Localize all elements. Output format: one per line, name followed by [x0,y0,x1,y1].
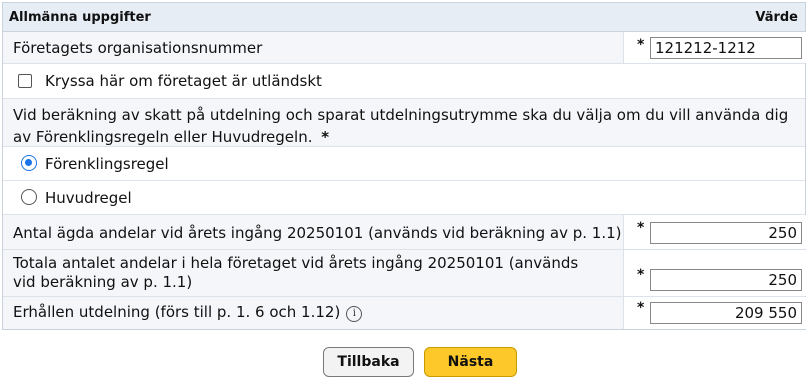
shares-owned-value-cell: * [623,215,806,249]
general-info-form: Allmänna uppgifter Värde Företagets orga… [2,2,806,330]
rule-option-row: Förenklingsregel [3,147,805,181]
required-marker: * [637,267,645,283]
dividend-value-cell: * [623,297,806,329]
info-icon[interactable]: i [346,306,363,322]
next-button[interactable]: Nästa [424,347,517,377]
required-marker: * [637,220,645,236]
shares-owned-label: Antal ägda andelar vid årets ingång 2025… [13,224,622,242]
dividend-row: Erhållen utdelning (förs till p. 1. 6 oc… [3,297,806,329]
orgnr-label: Företagets organisationsnummer [13,39,263,57]
main-rule-radio[interactable] [21,189,37,205]
back-button[interactable]: Tillbaka [323,347,414,377]
dividend-label: Erhållen utdelning (förs till p. 1. 6 oc… [13,303,341,321]
section-title: Allmänna uppgifter [9,9,151,25]
shares-total-row: Totala antalet andelar i hela företaget … [3,250,806,297]
foreign-company-checkbox[interactable] [18,74,32,88]
foreign-company-row: Kryssa här om företaget är utländskt [3,64,805,99]
required-marker: * [321,128,330,146]
shares-total-input[interactable] [650,269,802,291]
dividend-input[interactable] [650,302,802,324]
rule-question-row: Vid beräkning av skatt på utdelning och … [3,99,805,147]
rule-question: Vid beräkning av skatt på utdelning och … [13,104,798,148]
rule-question-text: Vid beräkning av skatt på utdelning och … [13,106,789,146]
value-column-header: Värde [755,9,798,25]
simplification-rule-radio[interactable] [21,155,37,171]
simplification-rule-label: Förenklingsregel [45,155,169,173]
shares-owned-row: Antal ägda andelar vid årets ingång 2025… [3,215,806,250]
required-marker: * [637,300,645,316]
shares-owned-input[interactable] [650,222,802,244]
rule-option-row: Huvudregel [3,181,805,215]
orgnr-value-cell: * [623,32,806,63]
shares-total-label: Totala antalet andelar i hela företaget … [13,254,579,291]
main-rule-label: Huvudregel [45,189,132,207]
orgnr-row: Företagets organisationsnummer * [3,32,806,64]
dividend-label-wrap: Erhållen utdelning (förs till p. 1. 6 oc… [13,303,363,322]
section-header: Allmänna uppgifter Värde [3,3,805,32]
orgnr-input[interactable] [650,37,802,59]
foreign-company-label: Kryssa här om företaget är utländskt [45,72,322,90]
shares-total-value-cell: * [623,250,806,296]
required-marker: * [637,37,645,53]
